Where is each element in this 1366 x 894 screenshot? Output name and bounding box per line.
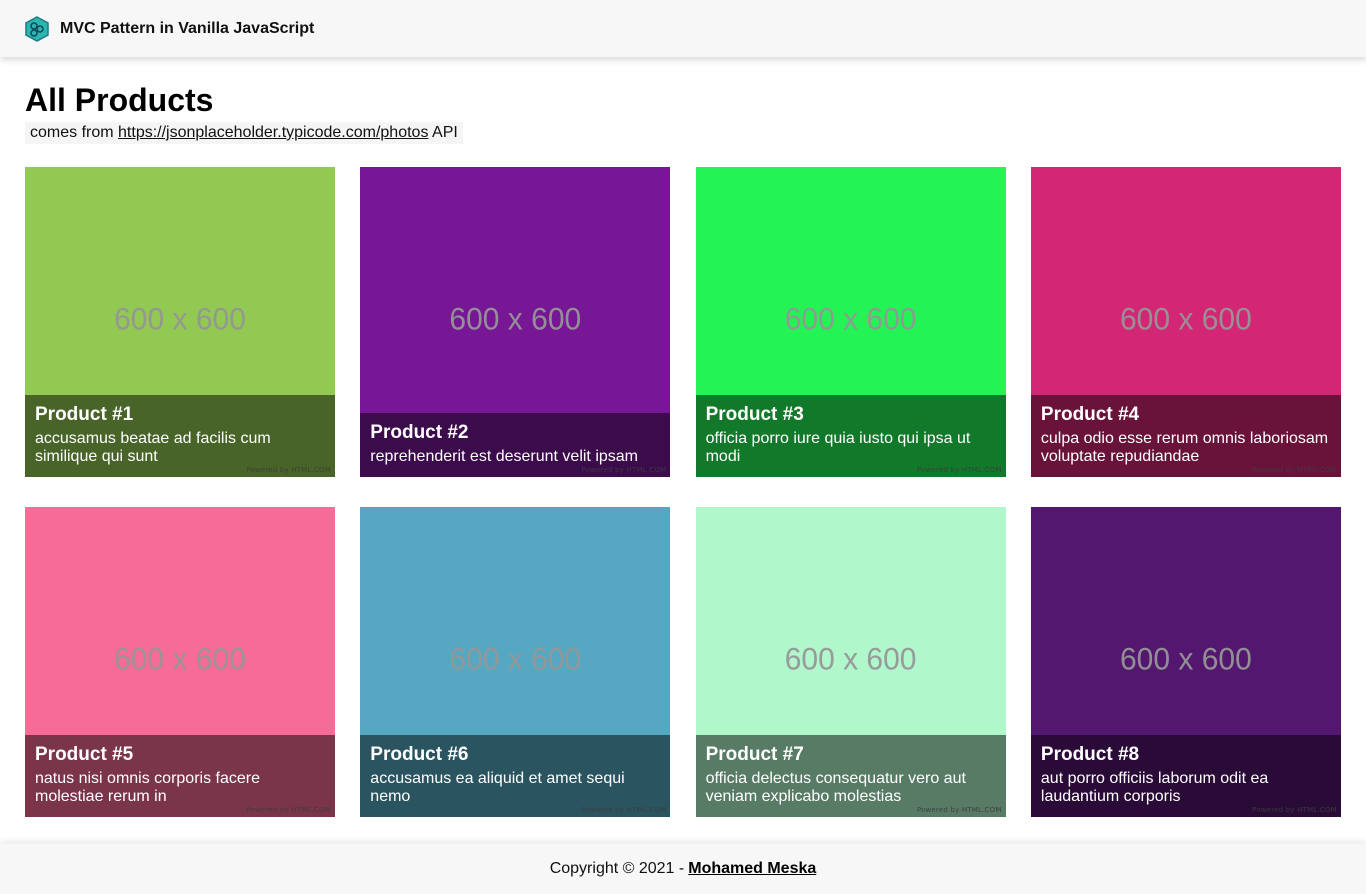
product-caption: Product #1 accusamus beatae ad facilis c…: [25, 395, 335, 477]
product-caption: Product #7 officia delectus consequatur …: [695, 735, 1006, 817]
product-card[interactable]: 600 x 600 Powered by HTML.COM Product #2…: [360, 167, 671, 477]
product-card[interactable]: 600 x 600 Powered by HTML.COM Product #3…: [695, 167, 1006, 477]
product-caption: Product #2 reprehenderit est deserunt ve…: [360, 413, 671, 477]
source-prefix: comes from: [30, 124, 114, 141]
product-description: officia delectus consequatur vero aut ve…: [705, 770, 966, 805]
product-description: accusamus ea aliquid et amet sequi nemo: [370, 770, 625, 805]
product-description: reprehenderit est deserunt velit ipsam: [370, 448, 638, 465]
product-card[interactable]: 600 x 600 Powered by HTML.COM Product #6…: [360, 507, 671, 817]
product-caption: Product #4 culpa odio esse rerum omnis l…: [1030, 395, 1341, 477]
author-link[interactable]: Mohamed Meska: [688, 860, 816, 878]
footer: Copyright © 2021 - Mohamed Meska: [0, 844, 1366, 894]
product-title: Product #6: [370, 744, 469, 765]
source-link[interactable]: https://jsonplaceholder.typicode.com/pho…: [118, 124, 428, 141]
product-caption: Product #3 officia porro iure quia iusto…: [695, 395, 1006, 477]
placeholder-text: 600 x 600: [114, 302, 246, 337]
placeholder-text: 600 x 600: [449, 302, 582, 337]
product-card[interactable]: 600 x 600 Powered by HTML.COM Product #7…: [695, 507, 1006, 817]
product-title: Product #5: [35, 744, 134, 765]
product-card[interactable]: 600 x 600 Powered by HTML.COM Product #4…: [1030, 167, 1341, 477]
product-title: Product #8: [1040, 744, 1140, 765]
source-note: comes from https://jsonplaceholder.typic…: [25, 122, 463, 144]
product-title: Product #4: [1040, 404, 1140, 425]
product-card[interactable]: 600 x 600 Powered by HTML.COM Product #8…: [1030, 507, 1341, 817]
product-description: aut porro officiis laborum odit ea lauda…: [1040, 770, 1269, 805]
placeholder-text: 600 x 600: [784, 302, 917, 337]
product-title: Product #2: [370, 422, 469, 443]
product-grid: 600 x 600 Powered by HTML.COM Product #1…: [25, 167, 1341, 817]
product-caption: Product #8 aut porro officiis laborum od…: [1030, 735, 1341, 817]
product-description: accusamus beatae ad facilis cum similiqu…: [35, 430, 271, 465]
main-content: All Products comes from https://jsonplac…: [25, 80, 1341, 144]
product-title: Product #1: [35, 404, 134, 425]
product-card[interactable]: 600 x 600 Powered by HTML.COM Product #1…: [25, 167, 335, 477]
placeholder-text: 600 x 600: [1120, 642, 1252, 677]
source-suffix: API: [432, 124, 458, 141]
copyright-text: Copyright © 2021 -: [549, 860, 685, 877]
page-title: All Products: [25, 82, 214, 118]
top-navbar: MVC Pattern in Vanilla JavaScript: [0, 0, 1366, 57]
placeholder-text: 600 x 600: [1120, 302, 1252, 337]
app-title[interactable]: MVC Pattern in Vanilla JavaScript: [60, 20, 314, 38]
product-title: Product #3: [705, 404, 804, 425]
product-description: natus nisi omnis corporis facere molesti…: [35, 770, 260, 805]
placeholder-text: 600 x 600: [784, 642, 917, 677]
product-description: officia porro iure quia iusto qui ipsa u…: [705, 430, 971, 465]
placeholder-text: 600 x 600: [449, 642, 582, 677]
product-card[interactable]: 600 x 600 Powered by HTML.COM Product #5…: [25, 507, 335, 817]
product-description: culpa odio esse rerum omnis laboriosam v…: [1040, 430, 1329, 465]
placeholder-text: 600 x 600: [114, 642, 246, 677]
product-caption: Product #6 accusamus ea aliquid et amet …: [360, 735, 671, 817]
hexagon-logo-icon[interactable]: [24, 15, 50, 42]
product-caption: Product #5 natus nisi omnis corporis fac…: [25, 735, 335, 817]
product-title: Product #7: [705, 744, 804, 765]
